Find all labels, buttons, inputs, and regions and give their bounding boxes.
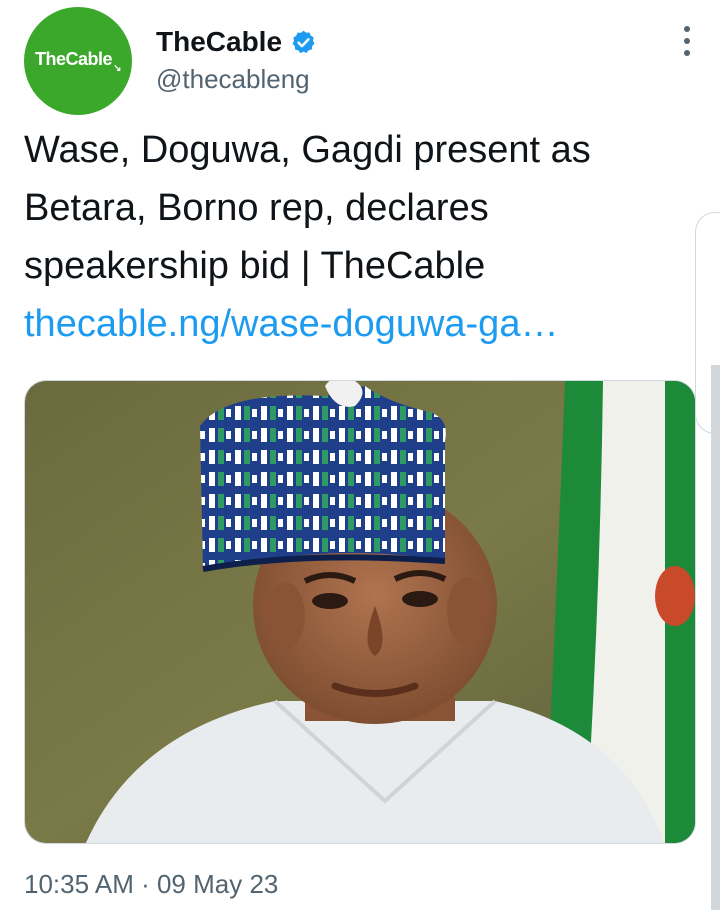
tweet-body: Wase, Doguwa, Gagdi present as Betara, B… [24, 129, 591, 287]
dot [684, 38, 690, 44]
dot [684, 50, 690, 56]
avatar-logo-text: TheCable↘ [35, 48, 121, 74]
tweet-timestamp[interactable]: 10:35 AM · 09 May 23 [24, 869, 278, 900]
dot [684, 26, 690, 32]
tweet-link[interactable]: thecable.ng/wase-doguwa-ga… [24, 295, 684, 353]
user-handle[interactable]: @thecableng [156, 64, 310, 95]
tweet-text: Wase, Doguwa, Gagdi present as Betara, B… [24, 121, 684, 353]
verified-badge-icon [292, 30, 315, 53]
user-name-row: TheCable [156, 26, 317, 58]
article-card-image[interactable] [24, 380, 696, 844]
scrollbar[interactable] [711, 365, 720, 910]
portrait-photo [25, 381, 695, 843]
more-options-icon[interactable] [684, 26, 690, 56]
display-name[interactable]: TheCable [156, 26, 282, 58]
avatar[interactable]: TheCable↘ [24, 7, 132, 115]
